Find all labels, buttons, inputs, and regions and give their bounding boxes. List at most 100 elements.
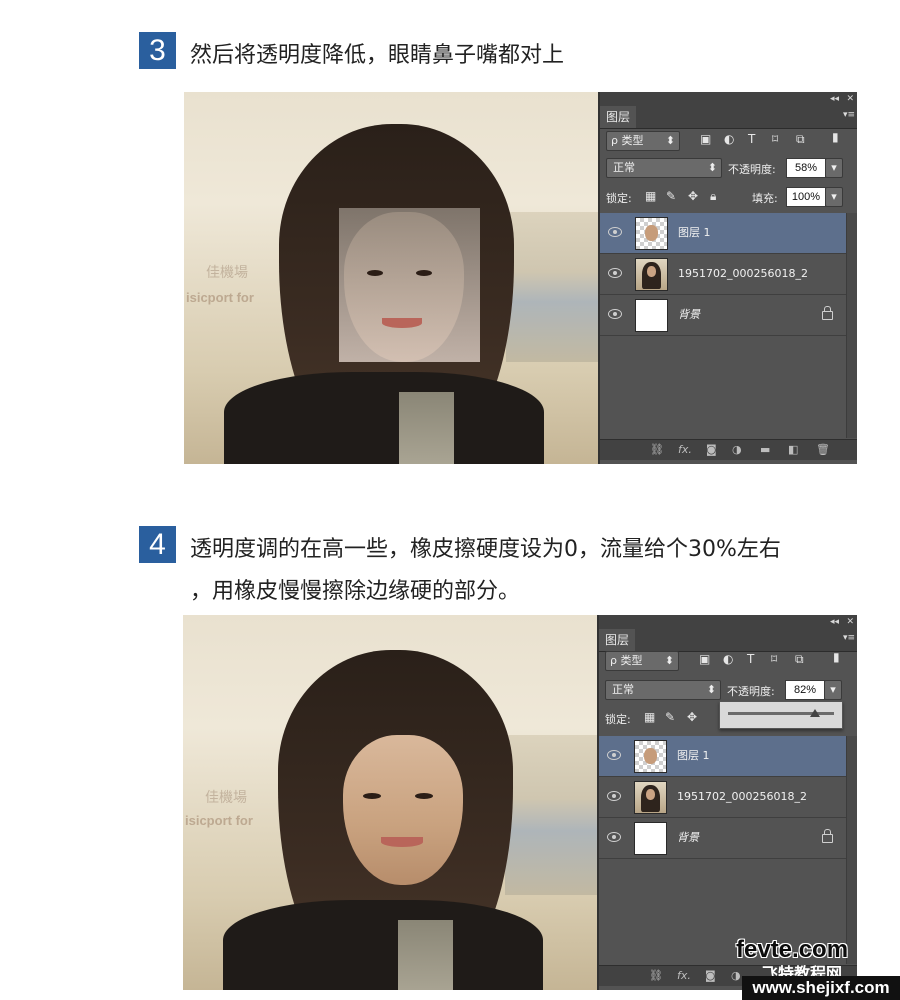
fx-icon[interactable]: fx. [678,442,692,458]
screenshot-step-4: 佳機場 isicport for ◂◂ ✕ 图层 ▾≡ ρ 类型 ⬍ ▣ ◐ T… [183,615,857,990]
lock-all-icon[interactable]: 🔒︎ [710,189,716,204]
tab-layers[interactable]: 图层 [599,629,635,651]
lock-move-icon[interactable]: ✥ [688,189,698,203]
close-icon[interactable]: ✕ [846,92,854,106]
opacity-slider-knob[interactable] [809,709,820,717]
layers-panel: ◂◂ ✕ 图层 ▾≡ ρ 类型 ⬍ ▣ ◐ T ⌑ ⧉ ▮ 正常 ⬍ 不透明度:… [597,615,857,990]
chevron-updown-icon: ⬍ [706,683,716,696]
layer-thumbnail [634,740,667,773]
mask-icon[interactable]: ◙ [706,442,717,458]
visibility-eye-icon[interactable] [608,227,622,237]
step-instruction-line-1: 透明度调的在高一些，橡皮擦硬度设为0，流量给个30%左右 [190,537,781,562]
layers-scrollbar[interactable] [846,213,857,438]
opacity-label: 不透明度: [727,685,775,698]
lock-brush-icon[interactable]: ✎ [665,710,675,724]
layer-row-background[interactable]: 背景 [599,818,847,859]
lock-brush-icon[interactable]: ✎ [666,189,676,203]
step-number-badge: 4 [139,526,176,563]
photo-sign-en: isicport for [185,813,253,828]
adjustment-layer-icon[interactable]: ◑ [732,442,742,458]
layer-name[interactable]: 1951702_000256018_2 [677,777,807,817]
photo-sign-cn: 佳機場 [205,790,247,806]
collapse-icon[interactable]: ◂◂ [830,615,839,629]
screenshot-step-3: 佳機場 isicport for ◂◂ ✕ 图层 ▾≡ ρ 类型 ⬍ ▣ ◐ T… [184,92,857,464]
fill-field[interactable]: 100% [786,187,826,207]
site-watermark: fevte.com 飞特教程网 www.shejixf.com [736,936,900,1000]
layer-row-photo[interactable]: 1951702_000256018_2 [600,254,847,295]
photo-sign-en: isicport for [186,290,254,305]
lock-icon [822,829,833,843]
panel-menu-icon[interactable]: ▾≡ [843,633,855,643]
photo-canvas: 佳機場 isicport for [183,615,597,990]
layers-bottom-bar: ⛓ fx. ◙ ◑ ▬ ◧ 🗑︎ [600,439,857,460]
chevron-updown-icon: ⬍ [707,161,717,174]
chevron-down-icon: ▾ [831,161,837,174]
layer-name[interactable]: 1951702_000256018_2 [678,254,808,294]
layers-panel: ◂◂ ✕ 图层 ▾≡ ρ 类型 ⬍ ▣ ◐ T ⌑ ⧉ ▮ 正常 ⬍ 不透明度:… [598,92,857,464]
opacity-field[interactable]: 82% [785,680,825,700]
link-icon[interactable]: ⛓ [649,968,663,984]
visibility-eye-icon[interactable] [608,268,622,278]
opacity-field[interactable]: 58% [786,158,826,178]
opacity-slider-popup[interactable] [719,701,843,729]
opacity-dropdown-button[interactable]: ▾ [824,680,842,700]
lock-label: 锁定: [606,192,632,205]
image-filter-icon[interactable]: ▣ [699,652,710,666]
new-layer-icon[interactable]: ◧ [788,442,798,458]
smart-object-filter-icon[interactable]: ⧉ [796,132,805,147]
adjustment-filter-icon[interactable]: ◐ [724,132,734,146]
shape-filter-icon[interactable]: ⌑ [771,652,777,666]
kind-filter-select[interactable]: ρ 类型 ⬍ [605,651,679,671]
layer-name[interactable]: 图层 1 [678,213,711,253]
shape-filter-icon[interactable]: ⌑ [772,132,778,146]
opacity-dropdown-button[interactable]: ▾ [825,158,843,178]
lock-move-icon[interactable]: ✥ [687,710,697,724]
link-icon[interactable]: ⛓ [650,442,664,458]
trash-icon[interactable]: 🗑︎ [816,442,830,458]
type-filter-icon[interactable]: T [748,132,755,146]
step-instruction: 然后将透明度降低，眼睛鼻子嘴都对上 [190,43,565,68]
visibility-eye-icon[interactable] [607,750,621,760]
visibility-eye-icon[interactable] [607,791,621,801]
blend-mode-label: 正常 [612,683,634,696]
filter-toggle-icon[interactable]: ▮ [833,650,840,664]
panel-menu-icon[interactable]: ▾≡ [843,110,855,120]
kind-filter-select[interactable]: ρ 类型 ⬍ [606,131,680,151]
visibility-eye-icon[interactable] [608,309,622,319]
watermark-url: www.shejixf.com [742,976,900,1000]
layer-row-photo[interactable]: 1951702_000256018_2 [599,777,847,818]
visibility-eye-icon[interactable] [607,832,621,842]
mask-icon[interactable]: ◙ [705,968,716,984]
layer-row-1[interactable]: 图层 1 [599,736,847,777]
blend-mode-select[interactable]: 正常 ⬍ [605,680,721,700]
close-icon[interactable]: ✕ [846,615,854,629]
lock-transparent-icon[interactable]: ▦ [645,189,656,203]
layer-name[interactable]: 图层 1 [677,736,710,776]
opacity-label: 不透明度: [728,163,776,176]
group-folder-icon[interactable]: ▬ [760,442,770,458]
overlay-face-layer [339,208,480,362]
tab-layers[interactable]: 图层 [600,106,636,128]
fill-dropdown-button[interactable]: ▾ [825,187,843,207]
photo-canvas: 佳機場 isicport for [184,92,598,464]
kind-filter-label: ρ 类型 [611,134,644,147]
layer-row-1[interactable]: 图层 1 [600,213,847,254]
layer-thumbnail [634,781,667,814]
type-filter-icon[interactable]: T [747,652,754,666]
smart-object-filter-icon[interactable]: ⧉ [795,652,804,667]
image-filter-icon[interactable]: ▣ [700,132,711,146]
layers-scrollbar[interactable] [846,736,857,964]
blend-mode-select[interactable]: 正常 ⬍ [606,158,722,178]
chevron-updown-icon: ⬍ [664,654,674,667]
step-number-badge: 3 [139,32,176,69]
layer-name[interactable]: 背景 [677,818,699,858]
adjustment-filter-icon[interactable]: ◐ [723,652,733,666]
lock-transparent-icon[interactable]: ▦ [644,710,655,724]
layer-name[interactable]: 背景 [678,295,700,335]
filter-toggle-icon[interactable]: ▮ [832,130,839,144]
layer-row-background[interactable]: 背景 [600,295,847,336]
collapse-icon[interactable]: ◂◂ [830,92,839,106]
fx-icon[interactable]: fx. [677,968,691,984]
photo-sign-cn: 佳機場 [206,265,248,281]
lock-label: 锁定: [605,713,631,726]
